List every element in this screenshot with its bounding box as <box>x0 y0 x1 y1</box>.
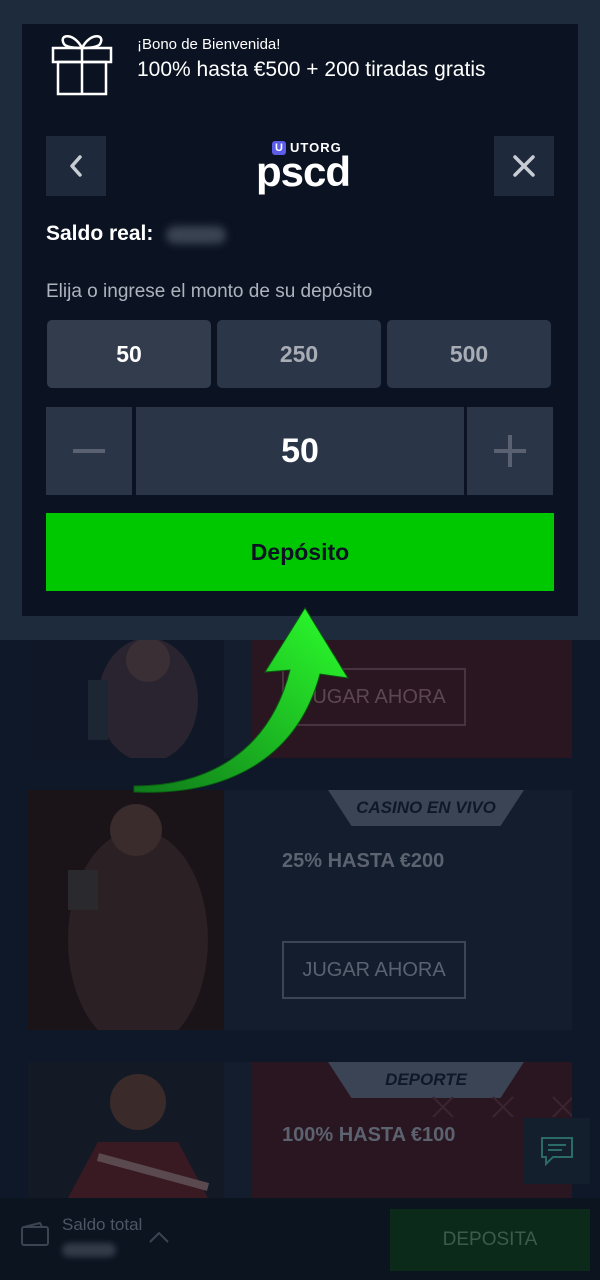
welcome-bonus-label: ¡Bono de Bienvenida! <box>137 36 281 53</box>
promo-title-sports: 100% HASTA €100 <box>282 1124 456 1146</box>
close-button[interactable] <box>494 136 554 196</box>
welcome-bonus-offer: 100% hasta €500 + 200 tiradas gratis <box>137 58 486 81</box>
promo-image-live-casino <box>28 790 224 1030</box>
real-balance-value-hidden <box>166 226 226 244</box>
chevron-up-icon[interactable] <box>148 1230 170 1244</box>
amount-prompt: Elija o ingrese el monto de su depósito <box>46 281 373 302</box>
increase-amount-button[interactable] <box>467 407 553 495</box>
total-balance-label: Saldo total <box>62 1215 143 1234</box>
real-balance-label: Saldo real: <box>46 222 154 245</box>
annotation-arrow-icon <box>133 607 349 793</box>
promo-panel-live-casino: CASINO EN VIVO 25% HASTA €200 JUGAR AHOR… <box>252 790 572 1030</box>
amount-option-500[interactable]: 500 <box>387 320 551 388</box>
promo-card-sports: DEPORTE 100% HASTA €100 <box>28 1062 572 1198</box>
back-arrow-icon <box>70 155 82 177</box>
back-button[interactable] <box>46 136 106 196</box>
close-icon <box>513 155 535 177</box>
promo-title-live-casino: 25% HASTA €200 <box>282 850 445 872</box>
decrease-amount-button[interactable] <box>46 407 132 495</box>
amount-option-250[interactable]: 250 <box>217 320 381 388</box>
minus-icon <box>73 449 105 453</box>
plus-icon <box>494 435 526 467</box>
deposit-bottom-button[interactable]: DEPOSITA <box>390 1209 590 1271</box>
wallet-icon <box>21 1222 49 1246</box>
total-balance-value-hidden <box>62 1243 116 1257</box>
chat-button[interactable] <box>524 1118 590 1184</box>
amount-input[interactable]: 50 <box>136 407 464 495</box>
chat-icon <box>541 1137 573 1167</box>
amount-option-50[interactable]: 50 <box>47 320 211 388</box>
gift-icon <box>51 35 113 96</box>
play-now-button[interactable]: JUGAR AHORA <box>282 941 466 999</box>
promo-card-live-casino: CASINO EN VIVO 25% HASTA €200 JUGAR AHOR… <box>28 790 572 1030</box>
payment-provider-logo: U UTORG pscd <box>250 138 351 196</box>
deposit-button[interactable]: Depósito <box>46 513 554 591</box>
brand-wordmark: pscd <box>256 148 351 195</box>
promo-image-sports <box>28 1062 224 1198</box>
